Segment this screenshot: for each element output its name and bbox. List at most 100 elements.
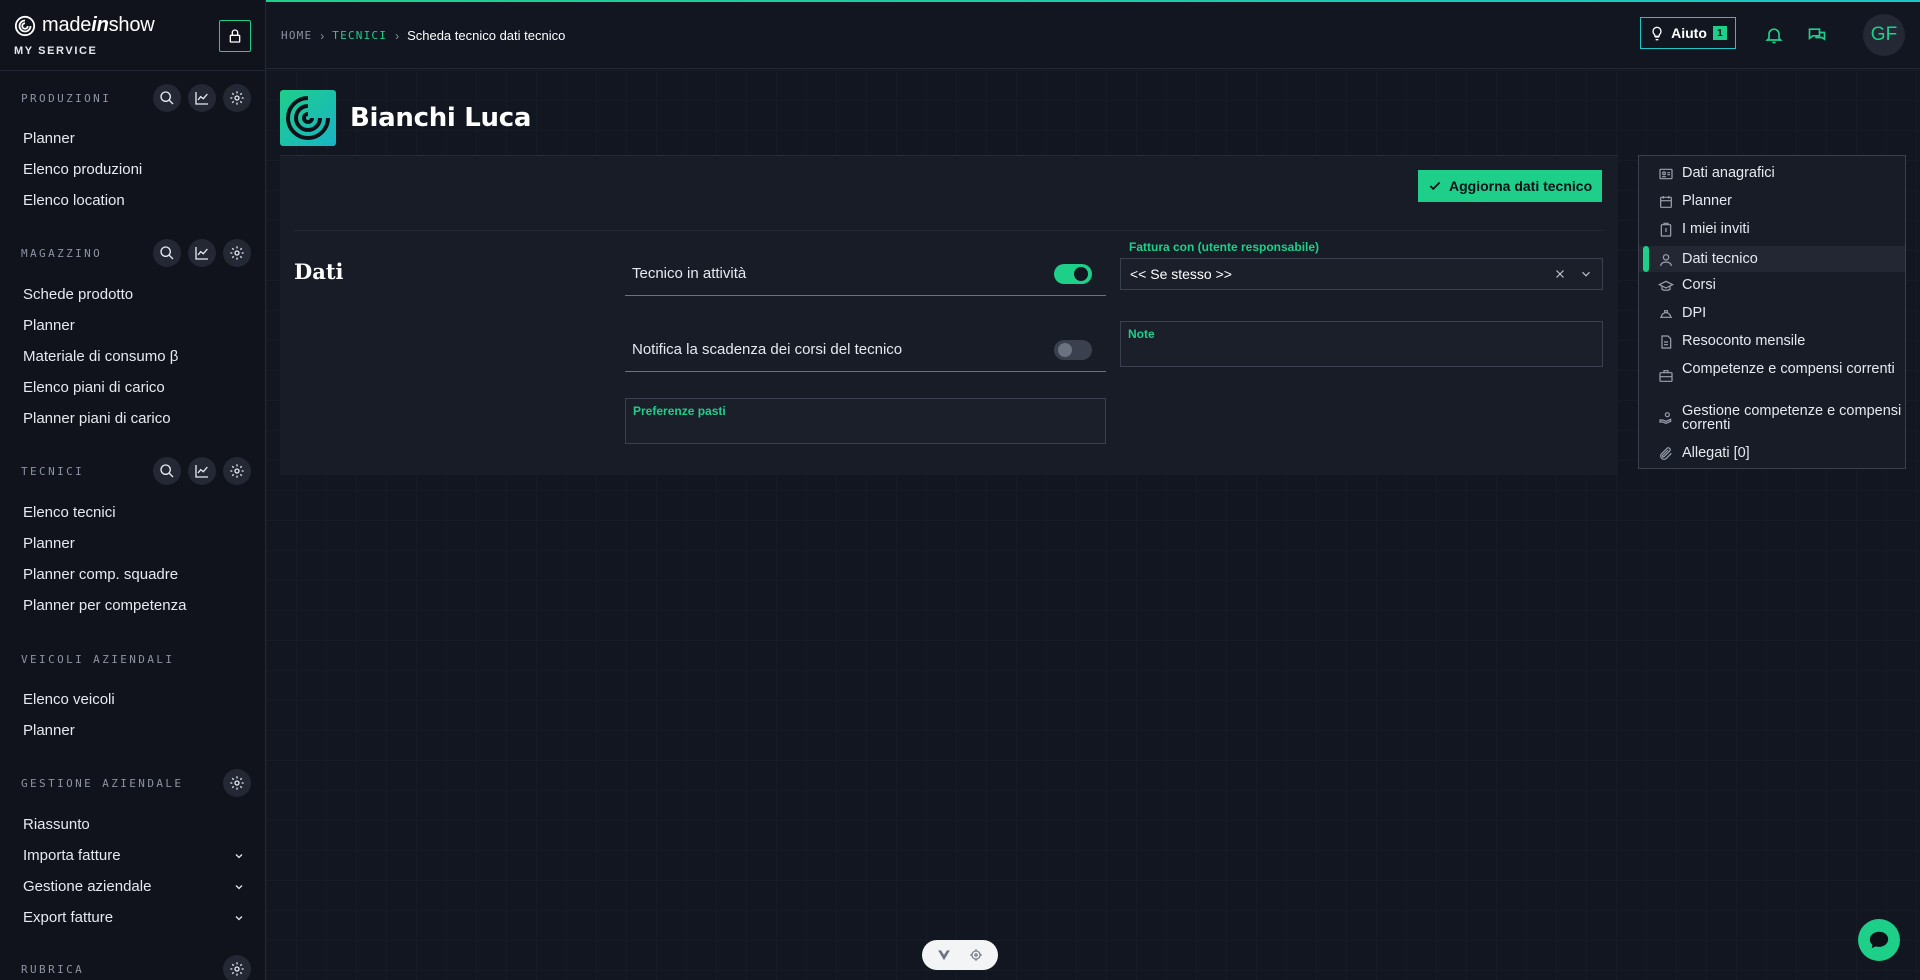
menu-item-competenze-compensi[interactable]: Competenze e compensi correnti [1639,362,1905,384]
nav-item-planner-tecnici[interactable]: Planner [23,535,245,552]
gear-icon [230,962,244,976]
brand-logo-icon [14,15,36,36]
update-tech-button[interactable]: Aggiorna dati tecnico [1418,170,1603,202]
nav-label: Riassunto [23,816,90,833]
preferenze-pasti-field[interactable]: Preferenze pasti [625,398,1106,444]
menu-label: Dati tecnico [1682,251,1758,267]
menu-item-corsi[interactable]: Corsi [1639,278,1905,294]
nav-item-elenco-veicoli[interactable]: Elenco veicoli [23,691,245,708]
section-title: MAGAZZINO [21,246,103,260]
section-title: VEICOLI AZIENDALI [21,652,175,666]
section-header-veicoli: VEICOLI AZIENDALI [21,645,251,673]
nav-label: Materiale di consumo β [23,348,179,365]
magazzino-stats-button[interactable] [188,239,216,267]
nav-item-planner-produzioni[interactable]: Planner [23,130,245,147]
nav-item-gestione-aziendale[interactable]: Gestione aziendale [23,878,245,895]
fattura-con-select[interactable]: << Se stesso >> [1120,258,1603,290]
chevron-down-icon[interactable] [1579,267,1593,281]
search-icon [160,91,174,105]
section-label-dati: Dati [294,259,344,284]
breadcrumb-home[interactable]: HOME [281,29,312,42]
nav-label: Elenco produzioni [23,161,143,178]
nav-item-elenco-location[interactable]: Elenco location [23,192,245,209]
magazzino-search-button[interactable] [153,239,181,267]
tecnico-attivo-label: Tecnico in attività [632,265,747,282]
toggle-knob [1074,266,1088,281]
report-icon [1661,335,1672,349]
section-title: GESTIONE AZIENDALE [21,776,184,790]
nav-item-elenco-produzioni[interactable]: Elenco produzioni [23,161,245,178]
nav-item-elenco-tecnici[interactable]: Elenco tecnici [23,504,245,521]
menu-item-dpi[interactable]: DPI [1639,306,1905,322]
check-icon [1429,181,1441,191]
paperclip-icon [1660,447,1672,460]
nav-item-export-fatture[interactable]: Export fatture [23,909,245,926]
menu-label: Planner [1682,193,1732,209]
tecnico-attivo-toggle[interactable] [1054,263,1092,284]
page-title: Bianchi Luca [350,103,532,133]
bell-icon[interactable] [1764,25,1784,45]
chart-line-icon [195,247,208,260]
nav-item-elenco-piani-carico[interactable]: Elenco piani di carico [23,379,245,396]
devtools-pill[interactable] [922,940,998,970]
nav-item-planner-competenza[interactable]: Planner per competenza [23,597,245,614]
tecnici-stats-button[interactable] [188,457,216,485]
nav-label: Importa fatture [23,847,121,864]
tecnico-attivo-row: Tecnico in attività [625,252,1106,296]
toggle-knob [1058,342,1072,357]
target-icon[interactable] [969,948,983,962]
menu-item-gestione-competenze[interactable]: Gestione competenze e compensi correnti [1639,404,1905,432]
menu-label: Corsi [1682,277,1716,293]
search-icon [160,464,174,478]
chat-icon [1869,931,1889,949]
nav-item-planner-magazzino[interactable]: Planner [23,317,245,334]
menu-item-dati-tecnico[interactable]: Dati tecnico [1639,246,1905,272]
menu-item-dati-anagrafici[interactable]: Dati anagrafici [1639,166,1905,182]
nav-item-importa-fatture[interactable]: Importa fatture [23,847,245,864]
nav-label: Elenco tecnici [23,504,116,521]
clear-icon[interactable] [1553,267,1567,281]
gestione-settings-button[interactable] [223,769,251,797]
notifica-corsi-toggle[interactable] [1054,339,1092,360]
tecnici-search-button[interactable] [153,457,181,485]
nav-item-planner-veicoli[interactable]: Planner [23,722,245,739]
nav-item-planner-piani-carico[interactable]: Planner piani di carico [23,410,245,427]
tecnici-settings-button[interactable] [223,457,251,485]
breadcrumb-tecnici[interactable]: TECNICI [332,29,387,42]
hand-coins-icon [1659,412,1672,424]
nav-label: Gestione aziendale [23,878,152,895]
rubrica-settings-button[interactable] [223,955,251,980]
brand[interactable]: madeinshow MY SERVICE [14,14,155,57]
technician-avatar [280,90,336,146]
menu-item-planner[interactable]: Planner [1639,194,1905,210]
menu-item-resoconto-mensile[interactable]: Resoconto mensile [1639,334,1905,350]
sidebar-divider [0,70,265,71]
magazzino-settings-button[interactable] [223,239,251,267]
chat-bubbles-icon[interactable] [1807,25,1827,45]
graduation-cap-icon [1658,280,1674,291]
nav-item-planner-comp-squadre[interactable]: Planner comp. squadre [23,566,245,583]
avatar[interactable]: GF [1863,14,1905,56]
menu-item-allegati[interactable]: Allegati [0] [1639,446,1905,462]
help-button[interactable]: Aiuto 1 [1640,17,1736,49]
brand-name: madeinshow [42,14,155,36]
nav-item-materiale-consumo[interactable]: Materiale di consumo β [23,348,245,365]
notifica-corsi-row: Notifica la scadenza dei corsi del tecni… [625,328,1106,372]
chevron-down-icon [235,853,243,858]
update-tech-label: Aggiorna dati tecnico [1449,178,1593,194]
menu-label: Gestione competenze e compensi correnti [1682,403,1902,433]
produzioni-settings-button[interactable] [223,84,251,112]
vue-logo-icon[interactable] [937,948,951,962]
note-field[interactable]: Note [1120,321,1603,367]
brand-subtitle: MY SERVICE [14,45,98,57]
lock-sidebar-button[interactable] [219,20,251,52]
produzioni-stats-button[interactable] [188,84,216,112]
breadcrumb: HOME › TECNICI › Scheda tecnico dati tec… [281,28,565,43]
menu-item-miei-inviti[interactable]: I miei inviti [1639,222,1905,238]
produzioni-search-button[interactable] [153,84,181,112]
fattura-con-label: Fattura con (utente responsabile) [1129,240,1320,254]
gear-icon [230,776,244,790]
live-chat-button[interactable] [1858,919,1900,961]
nav-item-schede-prodotto[interactable]: Schede prodotto [23,286,245,303]
nav-item-riassunto[interactable]: Riassunto [23,816,245,833]
